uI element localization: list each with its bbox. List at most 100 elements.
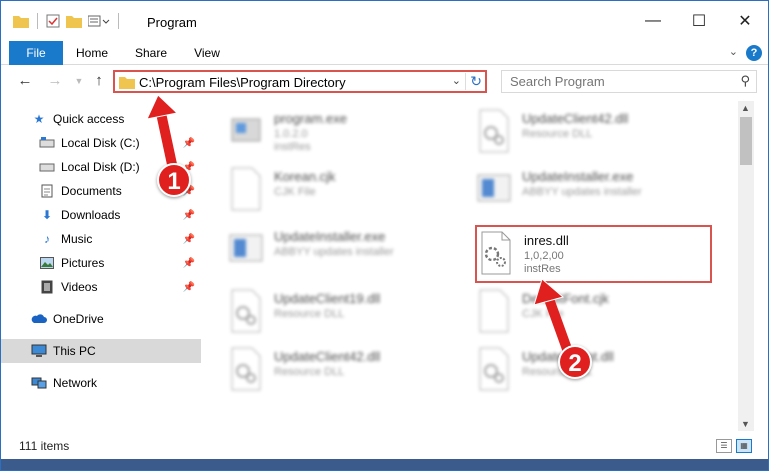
pin-icon[interactable]: 📌 <box>183 210 195 221</box>
details-view-icon[interactable]: ☰ <box>716 439 732 453</box>
pictures-icon <box>39 255 55 271</box>
customize-toolbar-icon[interactable] <box>88 14 110 28</box>
nav-pictures[interactable]: Pictures 📌 <box>1 251 201 275</box>
view-switcher: ☰ ▦ <box>716 439 752 453</box>
drive-icon <box>39 135 55 151</box>
toolbar-separator <box>118 13 119 29</box>
new-folder-icon[interactable] <box>66 14 82 28</box>
nav-local-disk-c[interactable]: Local Disk (C:) 📌 <box>1 131 201 155</box>
arrow-right-icon: → <box>47 72 63 89</box>
nav-label: Videos <box>61 280 98 294</box>
document-icon <box>231 167 261 211</box>
file-item[interactable]: UpdateClient19.dll Resource DLL <box>228 287 468 339</box>
pin-icon[interactable]: 📌 <box>183 258 195 269</box>
scroll-down-icon[interactable]: ▼ <box>741 419 750 429</box>
nav-label: Downloads <box>61 208 121 222</box>
pin-icon[interactable]: 📌 <box>183 282 195 293</box>
nav-onedrive[interactable]: OneDrive <box>1 307 201 331</box>
tab-view[interactable]: View <box>183 41 231 65</box>
recent-locations-button[interactable]: ▼ <box>69 71 89 91</box>
nav-label: Network <box>53 376 98 390</box>
file-item[interactable]: UpdateInstaller.exe ABBYY updates instal… <box>476 165 716 217</box>
dll-icon <box>231 289 261 333</box>
computer-icon <box>31 343 47 359</box>
nav-this-pc[interactable]: This PC <box>1 339 201 363</box>
maximize-icon: ☐ <box>691 13 707 30</box>
music-icon: ♪ <box>44 232 50 246</box>
file-detail: instRes <box>274 141 311 153</box>
documents-icon <box>39 183 55 199</box>
pin-icon[interactable]: 📌 <box>183 138 195 149</box>
file-name: program.exe <box>274 111 347 126</box>
program-exe-icon <box>231 118 261 142</box>
nav-downloads[interactable]: ⬇ Downloads 📌 <box>1 203 201 227</box>
file-detail: ABBYY updates installer <box>522 186 642 198</box>
nav-label: Local Disk (C:) <box>61 136 140 150</box>
up-button[interactable]: ↑ <box>89 71 109 91</box>
nav-network[interactable]: Network <box>1 371 201 395</box>
minimize-icon: — <box>645 12 661 29</box>
installer-icon <box>229 234 263 262</box>
file-detail: Resource DLL <box>274 308 345 320</box>
nav-label: Local Disk (D:) <box>61 160 140 174</box>
nav-videos[interactable]: Videos 📌 <box>1 275 201 299</box>
file-detail: Resource DLL <box>274 366 345 378</box>
window-title: Program <box>147 15 197 30</box>
close-button[interactable]: ✕ <box>722 1 768 41</box>
nav-music[interactable]: ♪ Music 📌 <box>1 227 201 251</box>
file-detail: CJK File <box>522 308 564 320</box>
scroll-up-icon[interactable]: ▲ <box>741 103 750 113</box>
dll-icon <box>479 347 509 391</box>
file-detail: Resource DLL <box>522 128 593 140</box>
minimize-button[interactable]: — <box>630 1 676 41</box>
search-input[interactable] <box>510 71 730 91</box>
file-name: UpdateClient42.dll <box>522 111 629 126</box>
refresh-icon[interactable]: ↻ <box>465 73 482 90</box>
nav-quick-access[interactable]: ★ Quick access <box>1 107 201 131</box>
ribbon-tabs: File Home Share View ⌄ ? <box>1 41 768 93</box>
dll-icon <box>231 347 261 391</box>
forward-button[interactable]: → <box>45 71 65 91</box>
nav-label: This PC <box>53 344 96 358</box>
file-item[interactable]: UpdateClient42.dll Resource DLL <box>228 345 468 397</box>
file-item[interactable]: Korean.cjk CJK File <box>228 165 468 217</box>
file-name: UpdateClient42.dll <box>274 349 381 364</box>
nav-label: Music <box>61 232 93 246</box>
explorer-window: Program — ☐ ✕ File Home Share View ⌄ ? ←… <box>0 0 769 471</box>
file-item[interactable]: UpdateClient.dll Resource DLL <box>476 345 716 397</box>
nav-label: OneDrive <box>53 312 104 326</box>
vertical-scrollbar[interactable]: ▲ ▼ <box>738 101 754 431</box>
address-bar[interactable]: C:\Program Files\Program Directory ⌄ ↻ <box>113 70 487 93</box>
pin-icon[interactable]: 📌 <box>183 234 195 245</box>
chevron-down-icon[interactable]: ⌄ <box>452 74 461 87</box>
tab-share[interactable]: Share <box>125 41 177 65</box>
drive-icon <box>39 159 55 175</box>
file-item[interactable]: UpdateClient42.dll Resource DLL <box>476 107 716 159</box>
file-item[interactable]: DefaultFont.cjk CJK File <box>476 287 716 339</box>
tiles-view-icon[interactable]: ▦ <box>736 439 752 453</box>
address-path[interactable]: C:\Program Files\Program Directory <box>139 75 346 90</box>
search-box[interactable]: ⚲ <box>501 70 757 93</box>
tab-home[interactable]: Home <box>67 41 117 65</box>
dll-icon <box>479 109 509 153</box>
chevron-down-icon[interactable]: ⌄ <box>729 45 738 58</box>
maximize-button[interactable]: ☐ <box>676 1 722 41</box>
scroll-thumb[interactable] <box>740 117 752 165</box>
file-name: UpdateInstaller.exe <box>522 169 634 184</box>
desktop-strip <box>1 459 768 470</box>
quick-access-toolbar <box>13 13 121 29</box>
file-detail: ABBYY updates installer <box>274 246 394 258</box>
help-icon[interactable]: ? <box>746 45 762 61</box>
videos-icon <box>39 279 55 295</box>
document-icon <box>479 289 509 333</box>
title-bar: Program — ☐ ✕ <box>1 1 768 41</box>
item-count: 111 items <box>19 439 70 453</box>
callout-1: 1 <box>157 163 191 197</box>
address-row: ← → ▼ ↑ C:\Program Files\Program Directo… <box>1 65 768 99</box>
callout-2: 2 <box>558 345 592 379</box>
folder-icon <box>13 16 29 28</box>
back-button[interactable]: ← <box>15 71 35 91</box>
file-item[interactable]: UpdateInstaller.exe ABBYY updates instal… <box>228 225 468 277</box>
properties-icon[interactable] <box>46 14 60 28</box>
file-item[interactable]: program.exe 1.0.2.0 instRes <box>228 107 468 159</box>
